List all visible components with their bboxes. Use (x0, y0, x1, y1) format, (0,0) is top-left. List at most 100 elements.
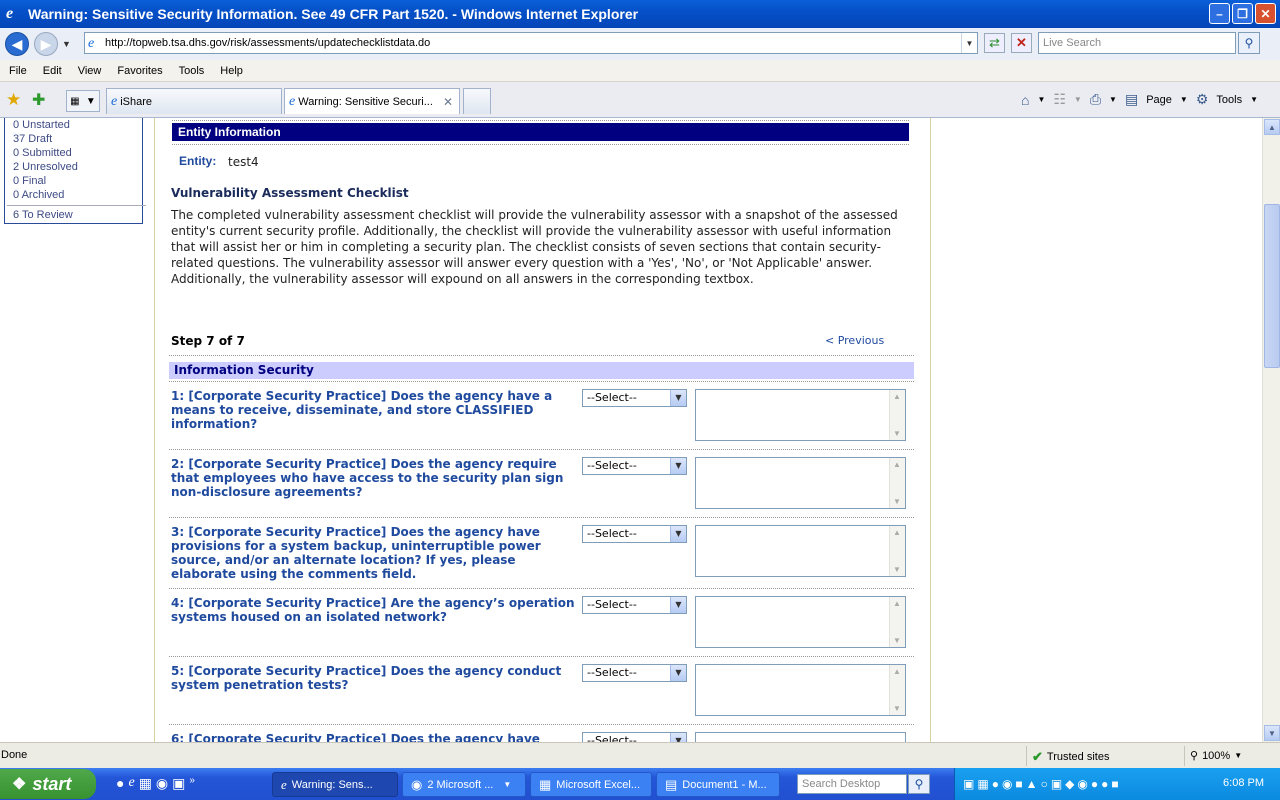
status-link-unstarted[interactable]: 0 Unstarted (13, 118, 142, 132)
quick-tabs-button[interactable]: ▦ ▼ (66, 90, 100, 112)
stop-button[interactable]: ✕ (1011, 33, 1032, 53)
answer-select-1[interactable]: --Select-- ▼ (582, 389, 687, 407)
task-document1[interactable]: ▤ Document1 - M... (656, 772, 780, 797)
comment-textbox-2[interactable]: ▲ ▼ (695, 457, 906, 509)
comment-textbox-3[interactable]: ▲ ▼ (695, 525, 906, 577)
status-link-submitted[interactable]: 0 Submitted (13, 146, 142, 160)
tab-close-icon[interactable]: ✕ (443, 95, 453, 109)
tools-dropdown-icon[interactable]: ▼ (1250, 95, 1258, 104)
menu-help[interactable]: Help (220, 65, 243, 77)
scroll-thumb[interactable] (1264, 204, 1280, 368)
tools-menu[interactable]: Tools (1216, 94, 1242, 106)
favorites-star-icon[interactable]: ★ (6, 90, 21, 110)
task-group-dropdown-icon[interactable]: ▼ (503, 780, 511, 789)
quick-launch-expand-icon[interactable]: » (189, 775, 195, 792)
tray-icon[interactable]: ◆ (1065, 777, 1074, 791)
print-icon[interactable]: ⎙ (1090, 91, 1101, 108)
menu-favorites[interactable]: Favorites (117, 65, 162, 77)
outlook-task-icon: ◉ (411, 776, 423, 792)
textbox-scrollbar[interactable]: ▲ ▼ (889, 458, 905, 508)
page-dropdown-icon[interactable]: ▼ (1180, 95, 1188, 104)
live-search-input[interactable]: Live Search (1038, 32, 1236, 54)
answer-select-5[interactable]: --Select-- ▼ (582, 664, 687, 682)
print-dropdown-icon[interactable]: ▼ (1109, 95, 1117, 104)
comment-textbox-5[interactable]: ▲ ▼ (695, 664, 906, 716)
scroll-down-icon[interactable]: ▼ (1264, 725, 1280, 741)
answer-select-2[interactable]: --Select-- ▼ (582, 457, 687, 475)
status-link-draft[interactable]: 37 Draft (13, 132, 142, 146)
home-icon[interactable]: ⌂ (1021, 92, 1029, 108)
comment-textbox-4[interactable]: ▲ ▼ (695, 596, 906, 648)
comment-textbox-6[interactable] (695, 732, 906, 742)
recent-pages-dropdown[interactable]: ▼ (62, 39, 71, 49)
network-icon[interactable]: ● (116, 775, 124, 792)
scroll-up-icon[interactable]: ▲ (1264, 119, 1280, 135)
menu-bar: File Edit View Favorites Tools Help (0, 60, 1280, 82)
textbox-scrollbar[interactable]: ▲ ▼ (889, 597, 905, 647)
close-button[interactable]: ✕ (1255, 3, 1276, 24)
home-dropdown-icon[interactable]: ▼ (1037, 95, 1045, 104)
word-task-icon: ▤ (665, 776, 678, 792)
tab-list-dropdown-icon[interactable]: ▼ (86, 96, 96, 107)
excel-launch-icon[interactable]: ▦ (139, 775, 152, 792)
menu-edit[interactable]: Edit (43, 65, 62, 77)
ie-launch-icon[interactable]: e (128, 775, 134, 792)
app-launch-icon[interactable]: ▣ (172, 775, 185, 792)
tray-icon[interactable]: ◉ (1002, 777, 1012, 791)
tray-icon[interactable]: ● (1101, 777, 1108, 791)
feeds-dropdown-icon[interactable]: ▼ (1074, 95, 1082, 104)
answer-select-4[interactable]: --Select-- ▼ (582, 596, 687, 614)
textbox-scrollbar[interactable]: ▲ ▼ (889, 390, 905, 440)
tray-icon[interactable]: ▲ (1026, 777, 1038, 791)
desktop-search-input[interactable]: Search Desktop (797, 774, 907, 794)
tray-icon[interactable]: ● (1091, 777, 1098, 791)
outlook-launch-icon[interactable]: ◉ (156, 775, 168, 792)
minimize-button[interactable]: – (1209, 3, 1230, 24)
tray-icon[interactable]: ▦ (977, 777, 988, 791)
restore-button[interactable]: ❐ (1232, 3, 1253, 24)
task-microsoft-outlook[interactable]: ◉ 2 Microsoft ... ▼ (402, 772, 526, 797)
menu-file[interactable]: File (9, 65, 27, 77)
tray-icon[interactable]: ● (992, 777, 999, 791)
status-link-final[interactable]: 0 Final (13, 174, 142, 188)
zoom-control[interactable]: ⚲ 100% ▼ (1190, 749, 1242, 763)
tray-icon[interactable]: ○ (1041, 777, 1048, 791)
clock[interactable]: 6:08 PM (1223, 777, 1264, 789)
task-ie-warning[interactable]: e Warning: Sens... (272, 772, 398, 797)
zoom-dropdown-icon[interactable]: ▼ (1234, 751, 1242, 760)
textbox-scrollbar[interactable]: ▲ ▼ (889, 665, 905, 715)
page-scrollbar[interactable]: ▲ ▼ (1262, 118, 1280, 742)
tray-icon[interactable]: ▣ (1051, 777, 1062, 791)
tray-icon[interactable]: ■ (1015, 777, 1022, 791)
textbox-scrollbar[interactable]: ▲ ▼ (889, 526, 905, 576)
status-link-archived[interactable]: 0 Archived (13, 188, 142, 202)
task-microsoft-excel[interactable]: ▦ Microsoft Excel... (530, 772, 652, 797)
comment-textbox-1[interactable]: ▲ ▼ (695, 389, 906, 441)
desktop-search-icon[interactable]: ⚲ (908, 774, 930, 794)
tray-icon[interactable]: ◉ (1077, 777, 1087, 791)
new-tab-button[interactable] (463, 88, 491, 114)
tray-icon[interactable]: ■ (1111, 777, 1118, 791)
answer-select-3[interactable]: --Select-- ▼ (582, 525, 687, 543)
add-favorite-icon[interactable]: ✚ (32, 90, 45, 110)
page-menu[interactable]: Page (1146, 94, 1172, 106)
page-icon: ▤ (1124, 91, 1139, 107)
back-button[interactable]: ◀ (5, 32, 29, 56)
previous-link[interactable]: < Previous (825, 334, 884, 347)
menu-tools[interactable]: Tools (179, 65, 205, 77)
start-button[interactable]: ❖ start (0, 769, 96, 799)
tab-warning[interactable]: e Warning: Sensitive Securi... ✕ (284, 88, 460, 114)
security-zone[interactable]: ✔ Trusted sites (1032, 749, 1109, 765)
address-field[interactable]: e http://topweb.tsa.dhs.gov/risk/assessm… (84, 32, 978, 54)
tray-icon[interactable]: ▣ (963, 777, 974, 791)
search-icon[interactable]: ⚲ (1238, 32, 1260, 54)
refresh-button[interactable]: ⇄ (984, 33, 1005, 53)
forward-button[interactable]: ▶ (34, 32, 58, 56)
answer-select-6[interactable]: --Select-- ▼ (582, 732, 687, 742)
menu-view[interactable]: View (78, 65, 102, 77)
status-link-unresolved[interactable]: 2 Unresolved (13, 160, 142, 174)
address-dropdown[interactable]: ▼ (961, 33, 977, 53)
feeds-icon[interactable]: ☷ (1053, 91, 1066, 108)
status-link-to-review[interactable]: 6 To Review (7, 205, 146, 222)
tab-ishare[interactable]: e iShare (106, 88, 282, 114)
